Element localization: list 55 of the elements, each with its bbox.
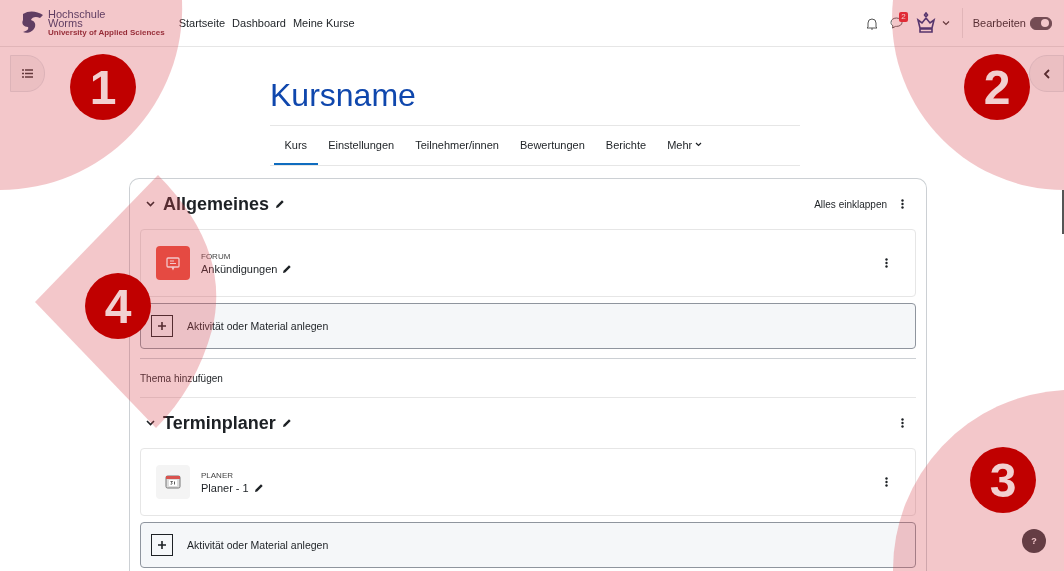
more-icon[interactable] bbox=[901, 418, 904, 428]
calendar-icon[interactable] bbox=[156, 465, 190, 499]
chevron-icon[interactable] bbox=[146, 420, 155, 426]
help-button[interactable]: ? bbox=[1022, 529, 1046, 553]
nav-link[interactable]: Startseite bbox=[178, 17, 226, 29]
annotation-number: 1 bbox=[70, 54, 136, 120]
list-icon bbox=[22, 69, 33, 78]
caret-icon bbox=[695, 142, 703, 147]
add-topic-link[interactable]: Thema hinzufügen bbox=[140, 372, 223, 384]
chat-icon[interactable] bbox=[889, 17, 903, 29]
section-title: Terminplaner bbox=[163, 412, 276, 434]
logo-tagline: University of Applied Sciences bbox=[48, 27, 165, 37]
collapse-all-link[interactable]: Alles einklappen bbox=[814, 198, 887, 210]
pencil-icon[interactable] bbox=[275, 199, 286, 209]
more-icon[interactable] bbox=[901, 199, 904, 209]
activity-link[interactable]: Planer - 1 bbox=[201, 481, 264, 494]
course-tab[interactable]: Berichte bbox=[595, 126, 657, 165]
course-tab[interactable]: Teilnehmer/innen bbox=[404, 126, 510, 165]
pencil-icon[interactable] bbox=[281, 418, 292, 428]
edit-mode-label: Bearbeiten bbox=[972, 17, 1026, 29]
scrollbar-thumb[interactable] bbox=[1062, 190, 1064, 234]
logo-text: Worms bbox=[48, 18, 83, 28]
plus-icon bbox=[151, 534, 173, 556]
course-tab[interactable]: Einstellungen bbox=[317, 126, 405, 165]
caret-icon[interactable] bbox=[941, 20, 950, 26]
more-icon[interactable] bbox=[885, 477, 888, 487]
more-icon[interactable] bbox=[885, 258, 888, 268]
notification-badge: 2 bbox=[899, 12, 908, 22]
plus-icon bbox=[151, 315, 173, 337]
bell-icon[interactable] bbox=[865, 16, 878, 30]
activity-type: PLANER bbox=[201, 470, 234, 480]
pencil-icon[interactable] bbox=[282, 263, 293, 274]
annotation-number: 3 bbox=[970, 447, 1036, 513]
annotation-number: 2 bbox=[964, 54, 1030, 120]
course-tab[interactable]: Kurs bbox=[274, 126, 318, 165]
activity-type: FORUM bbox=[201, 251, 232, 261]
crown-avatar-icon[interactable] bbox=[914, 12, 937, 34]
section-title: Allgemeines bbox=[163, 193, 270, 215]
course-title: Kursname bbox=[270, 77, 417, 113]
logo-text: Hochschule bbox=[48, 9, 107, 19]
block-drawer-button[interactable] bbox=[1029, 55, 1064, 92]
pencil-icon[interactable] bbox=[253, 482, 264, 493]
annotation-number: 4 bbox=[85, 273, 151, 339]
chevron-left-icon bbox=[1042, 68, 1051, 79]
course-tab[interactable]: Mehr bbox=[656, 126, 713, 165]
activity-link[interactable]: Ankündigungen bbox=[201, 262, 293, 275]
logo-icon[interactable] bbox=[20, 10, 46, 36]
add-activity-button[interactable]: Aktivität oder Material anlegen bbox=[140, 303, 916, 349]
edit-mode-toggle[interactable] bbox=[1030, 16, 1052, 30]
chevron-icon[interactable] bbox=[146, 201, 155, 207]
nav-link[interactable]: Dashboard bbox=[232, 17, 286, 29]
course-index-button[interactable] bbox=[10, 55, 45, 92]
course-tab[interactable]: Bewertungen bbox=[509, 126, 596, 165]
add-activity-button[interactable]: Aktivität oder Material anlegen bbox=[140, 522, 916, 568]
nav-link[interactable]: Meine Kurse bbox=[292, 17, 355, 29]
